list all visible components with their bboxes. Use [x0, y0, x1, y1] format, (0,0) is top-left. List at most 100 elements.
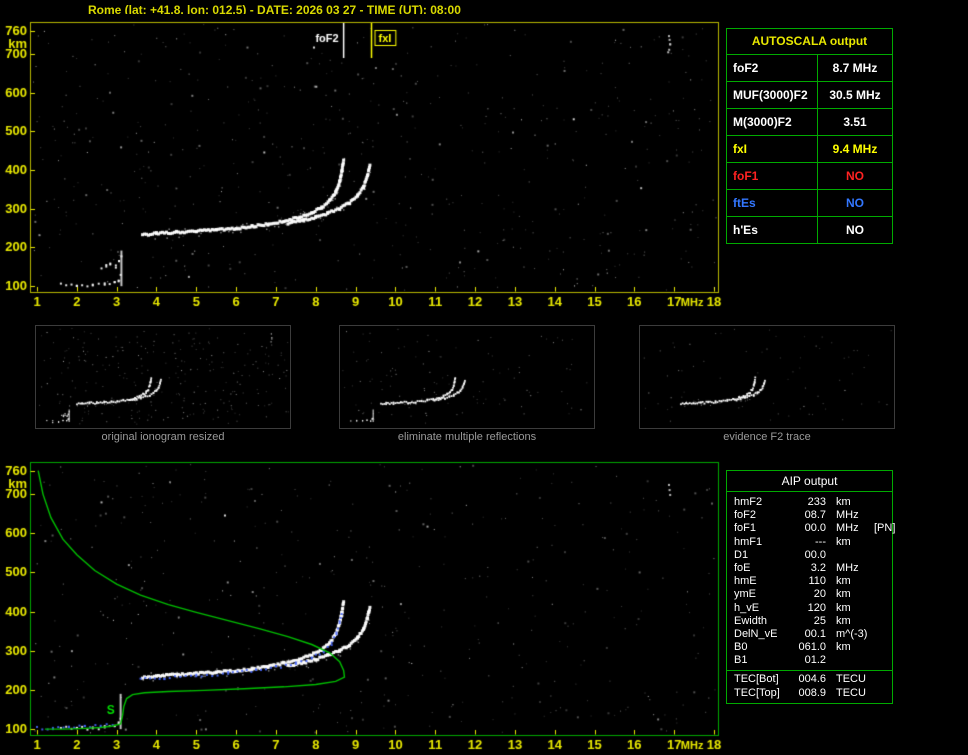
- aip-unit: TECU: [836, 673, 866, 686]
- autoscala-row: foF1 NO: [727, 163, 892, 190]
- parameter-label: MUF(3000)F2: [727, 82, 818, 108]
- parameter-value: 9.4 MHz: [832, 142, 878, 156]
- aip-note: [870, 509, 892, 522]
- aip-value: 061.0: [798, 641, 826, 654]
- parameter-value: NO: [846, 223, 864, 237]
- aip-note: [870, 602, 892, 615]
- parameter-value: NO: [846, 196, 864, 210]
- parameter-value: NO: [846, 169, 864, 183]
- parameter-label: ftEs: [727, 190, 818, 216]
- thumbnail-caption: original ionogram resized: [101, 431, 225, 443]
- aip-label: hmF2: [734, 496, 763, 508]
- aip-row: Ewidth 25 km: [734, 615, 892, 628]
- aip-label: foF2: [734, 509, 757, 522]
- aip-label: TEC[Top]: [734, 686, 780, 699]
- aip-row: hmF2 233 km: [734, 496, 892, 509]
- aip-row: TEC[Top] 008.9 TECU: [734, 687, 892, 700]
- aip-value: 004.6: [798, 673, 826, 686]
- aip-unit: [828, 654, 870, 667]
- aip-unit: km: [836, 601, 851, 614]
- aip-label: foE: [734, 561, 751, 574]
- top-ionogram-chart: [0, 14, 740, 310]
- parameter-label: h'Es: [727, 217, 818, 243]
- parameter-label: foF2: [727, 55, 818, 81]
- aip-note: [870, 628, 892, 641]
- aip-label: DelN_vE: [734, 627, 778, 640]
- aip-row: D1 00.0: [734, 549, 892, 562]
- thumbnail-caption: eliminate multiple reflections: [397, 431, 537, 443]
- parameter-label: fxI: [727, 136, 818, 162]
- aip-note: [870, 562, 892, 575]
- thumbnail-f2-trace-evidence: [639, 325, 895, 429]
- aip-value: 25: [813, 614, 826, 627]
- aip-value: 08.7: [804, 509, 826, 522]
- aip-row: B0 061.0 km: [734, 641, 892, 654]
- aip-note: [870, 588, 892, 601]
- aip-note: [870, 673, 892, 686]
- aip-label: B1: [734, 654, 748, 667]
- aip-rows: hmF2 233 km foF2 08.7 MHz foF1 00.0 MHz [PN] hmF1 -…: [727, 492, 896, 670]
- autoscala-row: fxI 9.4 MHz: [727, 136, 892, 163]
- autoscala-rows: foF2 8.7 MHz MUF(3000)F2 30.5 MHz M(3000)F2 3…: [727, 55, 892, 243]
- aip-note: [PN]: [874, 522, 896, 535]
- aip-unit: MHz: [836, 509, 859, 522]
- parameter-value: 30.5 MHz: [829, 88, 881, 102]
- aip-row: ymE 20 km: [734, 588, 892, 601]
- aip-value: 3.2: [810, 561, 826, 574]
- aip-value: 00.1: [804, 627, 826, 640]
- aip-note: [870, 536, 892, 549]
- aip-unit: km: [836, 496, 851, 508]
- parameter-value: 3.51: [843, 115, 867, 129]
- aip-label: B0: [734, 641, 748, 654]
- parameter-value: 8.7 MHz: [832, 61, 878, 75]
- aip-note: [870, 575, 892, 588]
- aip-row: hmF1 --- km: [734, 536, 892, 549]
- aip-row: h_vE 120 km: [734, 602, 892, 615]
- aip-label: ymE: [734, 588, 756, 601]
- aip-row: foE 3.2 MHz: [734, 562, 892, 575]
- aip-value: 00.0: [804, 548, 826, 561]
- aip-unit: MHz: [836, 561, 859, 574]
- aip-note: [870, 641, 892, 654]
- aip-panel-title: AIP output: [727, 471, 892, 492]
- aip-row: DelN_vE 00.1 m^(-3): [734, 628, 892, 641]
- aip-value: 120: [807, 601, 826, 614]
- aip-row: TEC[Bot] 004.6 TECU: [734, 673, 892, 686]
- autoscala-row: MUF(3000)F2 30.5 MHz: [727, 82, 892, 109]
- aip-value: 01.2: [804, 654, 826, 667]
- aip-label: Ewidth: [734, 614, 768, 627]
- aip-unit: km: [836, 588, 851, 601]
- autoscala-panel-title: AUTOSCALA output: [727, 29, 892, 55]
- aip-unit: km: [836, 575, 851, 588]
- aip-label: h_vE: [734, 601, 760, 614]
- aip-unit: km: [836, 614, 851, 627]
- aip-unit: m^(-3): [836, 627, 868, 640]
- aip-row: hmE 110 km: [734, 575, 892, 588]
- aip-value: 233: [807, 496, 826, 508]
- aip-note: [870, 496, 892, 509]
- aip-note: [870, 615, 892, 628]
- aip-unit: [828, 549, 870, 562]
- autoscala-output-panel: AUTOSCALA output foF2 8.7 MHz MUF(3000)F2 3…: [726, 28, 893, 244]
- aip-note: [870, 654, 892, 667]
- aip-label: foF1: [734, 522, 757, 535]
- aip-unit: km: [836, 641, 851, 654]
- aip-value: 00.0: [804, 522, 826, 535]
- aip-unit: MHz: [836, 522, 859, 535]
- autoscala-row: h'Es NO: [727, 217, 892, 243]
- thumbnail-eliminate-reflections: [339, 325, 595, 429]
- aip-note: [870, 687, 892, 700]
- thumbnail-caption: evidence F2 trace: [723, 431, 811, 443]
- parameter-label: M(3000)F2: [727, 109, 818, 135]
- aip-unit: km: [836, 535, 851, 548]
- thumbnail-original-ionogram: [35, 325, 291, 429]
- aip-value: 110: [808, 575, 826, 588]
- aip-note: [870, 549, 892, 562]
- autoscala-window: Rome (lat: +41.8, lon: 012.5) - DATE: 20…: [0, 0, 968, 755]
- autoscala-row: foF2 8.7 MHz: [727, 55, 892, 82]
- aip-output-panel: AIP output hmF2 233 km foF2 08.7 MHz foF1 00.0 M…: [726, 470, 896, 704]
- aip-value: ---: [815, 535, 826, 548]
- aip-value: 20: [813, 588, 826, 601]
- aip-label: D1: [734, 548, 749, 561]
- bottom-ionogram-profile-chart: [0, 455, 740, 755]
